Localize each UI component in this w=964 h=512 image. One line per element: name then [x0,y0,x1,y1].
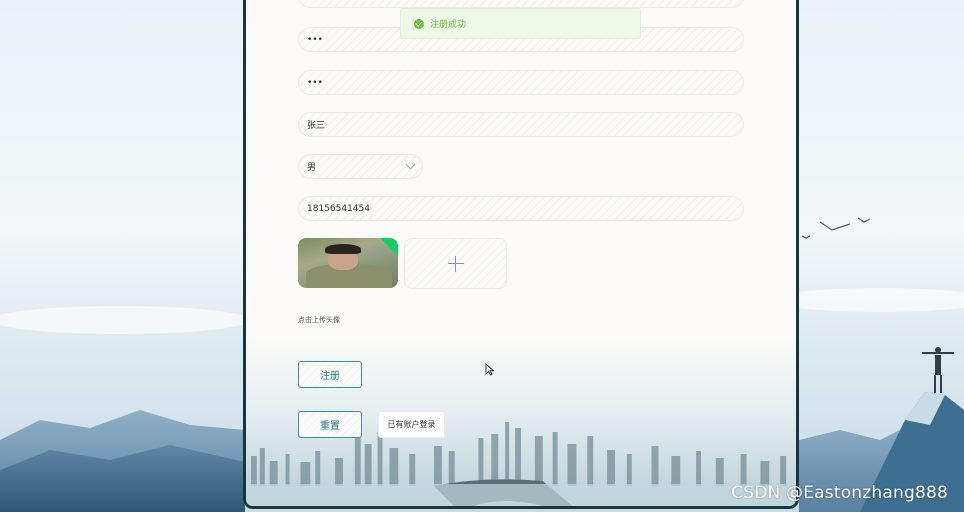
upload-hint: 点击上传头像 [298,316,340,324]
watermark: CSDN @Eastonzhang888 [731,483,948,503]
register-panel: ••• ••• 张三 男 18156541454 点击上传头像 注册 重置 已有… [243,0,799,509]
chevron-down-icon [405,159,416,170]
username-field[interactable] [298,0,744,8]
gender-value: 男 [307,163,317,173]
avatar-upload-button[interactable] [404,238,507,289]
phone-field[interactable]: 18156541454 [298,196,744,221]
phone-value: 18156541454 [307,203,370,214]
plus-icon [447,255,464,272]
confirm-password-value: ••• [307,77,323,88]
name-value: 张三 [307,121,326,131]
mouse-cursor-icon [485,363,495,376]
standing-person-icon [922,347,954,393]
success-toast: 注册成功 [400,8,641,39]
birds-icon [801,217,871,239]
confirm-password-field[interactable]: ••• [298,70,744,95]
register-button[interactable]: 注册 [298,361,362,388]
check-circle-icon [414,18,424,29]
toast-message: 注册成功 [430,20,467,30]
reset-button[interactable]: 重置 [298,411,362,438]
avatar-preview[interactable] [298,238,398,288]
upload-success-badge [380,238,398,256]
gender-select[interactable]: 男 [298,154,423,179]
login-link-button[interactable]: 已有账户登录 [378,411,445,438]
password-value: ••• [307,34,323,45]
name-field[interactable]: 张三 [298,112,744,137]
